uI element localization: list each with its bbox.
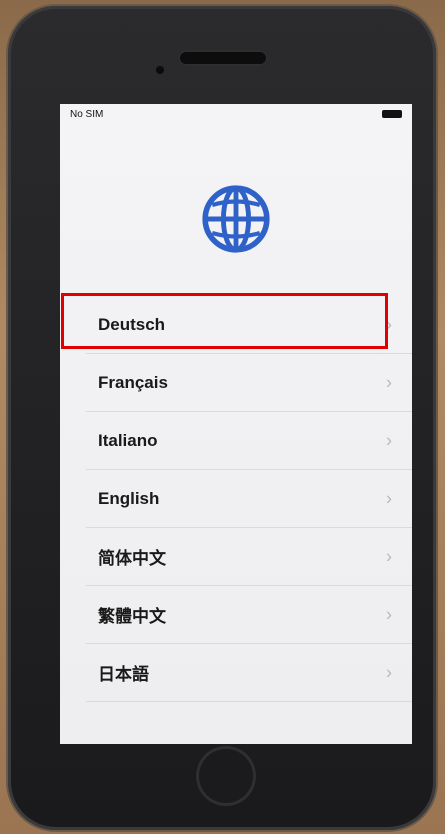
language-label: 日本語 xyxy=(98,665,149,684)
language-row-japanese[interactable]: 日本語 › xyxy=(86,644,412,702)
language-list: Deutsch › Français › Italiano › English … xyxy=(60,296,412,702)
language-label: Français xyxy=(98,372,168,392)
language-row-traditional-chinese[interactable]: 繁體中文 › xyxy=(86,586,412,644)
language-label: 繁體中文 xyxy=(98,607,166,626)
chevron-right-icon: › xyxy=(386,430,392,450)
chevron-right-icon: › xyxy=(386,604,392,624)
chevron-right-icon: › xyxy=(386,546,392,566)
chevron-right-icon: › xyxy=(386,662,392,682)
language-row-deutsch[interactable]: Deutsch › xyxy=(86,296,412,354)
language-row-italiano[interactable]: Italiano › xyxy=(86,412,412,470)
language-label: Italiano xyxy=(98,430,158,450)
language-row-simplified-chinese[interactable]: 简体中文 › xyxy=(86,528,412,586)
earpiece-speaker xyxy=(178,50,268,66)
phone-top-bezel xyxy=(8,6,436,102)
language-label: Deutsch xyxy=(98,314,166,334)
status-bar: No SIM xyxy=(60,104,412,124)
language-label: 简体中文 xyxy=(98,549,166,568)
language-row-francais[interactable]: Français › xyxy=(86,354,412,412)
home-button[interactable] xyxy=(196,746,256,806)
phone-screen: No SIM Deutsch › Français › Italiano › E… xyxy=(60,104,412,744)
carrier-label: No SIM xyxy=(70,108,104,120)
chevron-right-icon: › xyxy=(386,314,392,334)
phone-device: No SIM Deutsch › Français › Italiano › E… xyxy=(8,6,436,830)
language-row-english[interactable]: English › xyxy=(86,470,412,528)
language-label: English xyxy=(98,488,160,508)
chevron-right-icon: › xyxy=(386,488,392,508)
front-camera xyxy=(156,66,164,74)
globe-icon xyxy=(202,185,270,253)
battery-icon xyxy=(382,110,402,118)
chevron-right-icon: › xyxy=(386,372,392,392)
